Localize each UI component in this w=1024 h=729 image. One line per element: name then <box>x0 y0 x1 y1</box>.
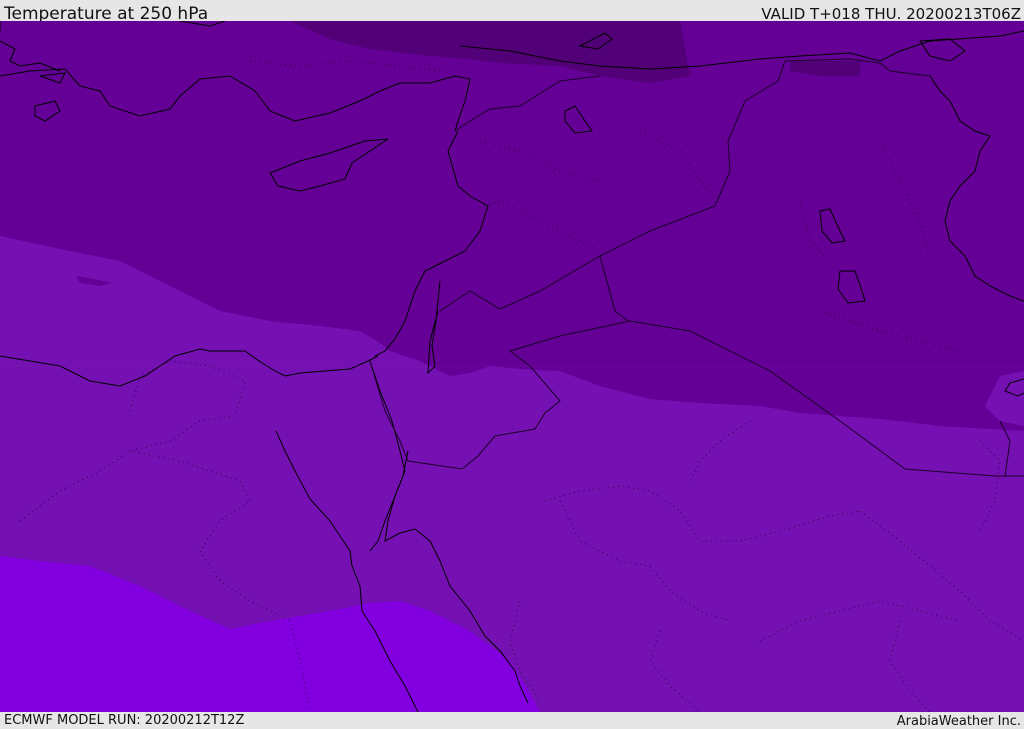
footer-bar: ECMWF MODEL RUN: 20200212T12Z ArabiaWeat… <box>0 712 1024 729</box>
model-run-label: ECMWF MODEL RUN: 20200212T12Z <box>4 713 245 728</box>
credit-label: ArabiaWeather Inc. <box>896 714 1021 729</box>
temperature-map[interactable] <box>0 21 1024 712</box>
header-bar: Temperature at 250 hPa VALID T+018 THU. … <box>0 0 1024 24</box>
